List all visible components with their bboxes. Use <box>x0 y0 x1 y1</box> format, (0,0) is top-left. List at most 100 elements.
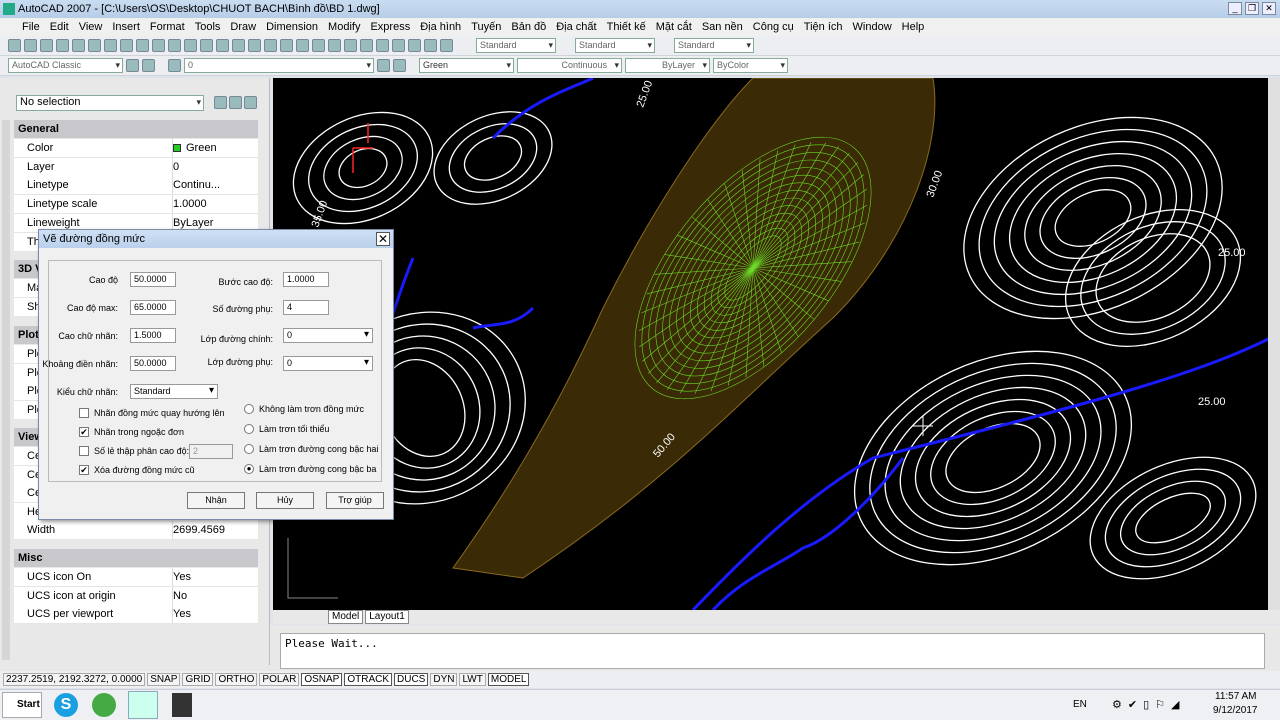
toolbar-icon[interactable] <box>120 39 133 52</box>
menu-item[interactable]: Help <box>902 21 925 33</box>
selection-combo[interactable]: No selection <box>16 95 204 111</box>
tab-layout1[interactable]: Layout1 <box>365 610 409 624</box>
workspace-combo[interactable]: AutoCAD Classic <box>8 58 123 73</box>
cao-do-input[interactable]: 50.0000 <box>130 272 176 287</box>
section-general[interactable]: General <box>14 120 258 138</box>
toolbar-icon[interactable] <box>424 39 437 52</box>
drawing-scrollbar[interactable] <box>1268 78 1280 610</box>
property-row[interactable]: Layer 0 <box>14 157 258 177</box>
menu-item[interactable]: Edit <box>50 21 69 33</box>
menu-item[interactable]: File <box>22 21 40 33</box>
checkbox[interactable]: ✔ <box>79 465 89 475</box>
menu-item[interactable]: Dimension <box>266 21 318 33</box>
toolbar-icon[interactable] <box>280 39 293 52</box>
toolbar-icon[interactable] <box>184 39 197 52</box>
status-toggle-ortho[interactable]: ORTHO <box>215 673 258 686</box>
kieu-chu-nhan-select[interactable]: Standard <box>130 384 218 399</box>
radio-button[interactable]: ● <box>244 464 254 474</box>
drawing-canvas[interactable]: 25.00 30.00 25.00 25.00 50.00 35.00 <box>273 78 1280 610</box>
status-toggle-osnap[interactable]: OSNAP <box>301 673 343 686</box>
dialog-close-button[interactable]: ✕ <box>376 232 390 246</box>
menu-item[interactable]: Thiết kế <box>607 21 646 33</box>
menu-item[interactable]: Địa hình <box>420 21 461 33</box>
language-indicator[interactable]: EN <box>1073 699 1087 710</box>
workspace-icon[interactable] <box>142 59 155 72</box>
toolbar-icon[interactable] <box>312 39 325 52</box>
toolbar-icon[interactable] <box>264 39 277 52</box>
toolbar-icon[interactable] <box>216 39 229 52</box>
checkbox[interactable] <box>79 446 89 456</box>
property-row[interactable]: UCS icon On Yes <box>14 568 258 587</box>
toolbar-icon[interactable] <box>408 39 421 52</box>
status-toggle-lwt[interactable]: LWT <box>459 673 486 686</box>
checkbox[interactable] <box>79 408 89 418</box>
table-style-combo[interactable]: Standard <box>674 38 754 53</box>
palette-scrollbar[interactable] <box>2 120 10 660</box>
property-row[interactable]: Color Green <box>14 139 258 158</box>
toolbar-icon[interactable] <box>88 39 101 52</box>
toolbar-icon[interactable] <box>152 39 165 52</box>
radio-button[interactable] <box>244 424 254 434</box>
checkbox-option[interactable]: ✔ Nhãn trong ngoặc đơn <box>79 427 184 437</box>
text-style-combo[interactable]: Standard <box>476 38 556 53</box>
checkbox[interactable]: ✔ <box>79 427 89 437</box>
checkbox-option[interactable]: ✔ Xóa đường đồng mức cũ <box>79 465 195 475</box>
toolbar-icon[interactable] <box>200 39 213 52</box>
menu-item[interactable]: Mặt cắt <box>656 21 692 33</box>
toolbar-icon[interactable] <box>104 39 117 52</box>
toolbar-icon[interactable] <box>376 39 389 52</box>
status-toggle-polar[interactable]: POLAR <box>259 673 300 686</box>
menu-item[interactable]: Tuyến <box>471 21 501 33</box>
quick-select-icon[interactable] <box>244 96 257 109</box>
status-toggle-grid[interactable]: GRID <box>182 673 214 686</box>
plotstyle-combo[interactable]: ByColor <box>713 58 788 73</box>
workspace-settings-icon[interactable] <box>126 59 139 72</box>
layer-manager-icon[interactable] <box>168 59 181 72</box>
menu-item[interactable]: View <box>79 21 103 33</box>
restore-button[interactable]: ❐ <box>1245 2 1259 15</box>
status-toggle-snap[interactable]: SNAP <box>147 673 181 686</box>
menu-item[interactable]: Công cụ <box>753 21 794 33</box>
layer-combo[interactable]: 0 <box>184 58 374 73</box>
section-misc[interactable]: Misc <box>14 549 258 567</box>
close-button[interactable]: ✕ <box>1262 2 1276 15</box>
toolbar-icon[interactable] <box>40 39 53 52</box>
menu-item[interactable]: Tiện ích <box>804 21 843 33</box>
radio-option[interactable]: ● Làm trơn đường cong bậc ba <box>244 464 376 474</box>
command-line[interactable]: Please Wait... <box>280 633 1265 669</box>
menu-item[interactable]: Format <box>150 21 185 33</box>
menu-item[interactable]: Modify <box>328 21 360 33</box>
layer-previous-icon[interactable] <box>393 59 406 72</box>
toolbar-icon[interactable] <box>168 39 181 52</box>
khoang-dien-nhan-input[interactable]: 50.0000 <box>130 356 176 371</box>
radio-option[interactable]: Làm trơn đường cong bậc hai <box>244 444 378 454</box>
status-toggle-model[interactable]: MODEL <box>487 673 530 686</box>
cao-chu-nhan-input[interactable]: 1.5000 <box>130 328 176 343</box>
property-row[interactable]: Linetype Continu... <box>14 176 258 196</box>
toolbar-icon[interactable] <box>328 39 341 52</box>
make-layer-current-icon[interactable] <box>377 59 390 72</box>
toolbar-icon[interactable] <box>440 39 453 52</box>
status-toggle-otrack[interactable]: OTRACK <box>344 673 393 686</box>
so-duong-phu-input[interactable]: 4 <box>283 300 329 315</box>
lop-duong-chinh-select[interactable]: 0 <box>283 328 373 343</box>
lop-duong-phu-select[interactable]: 0 <box>283 356 373 371</box>
radio-option[interactable]: Làm trơn tối thiểu <box>244 424 329 434</box>
linetype-combo[interactable]: Continuous <box>517 58 622 73</box>
property-row[interactable]: Width 2699.4569 <box>14 521 258 540</box>
toolbar-icon[interactable] <box>296 39 309 52</box>
toolbar-icon[interactable] <box>56 39 69 52</box>
menu-item[interactable]: Window <box>853 21 892 33</box>
checkbox-option[interactable]: Số lẻ thập phân cao độ: <box>79 446 189 456</box>
toolbar-icon[interactable] <box>392 39 405 52</box>
menu-item[interactable]: Draw <box>230 21 256 33</box>
status-toggle-dyn[interactable]: DYN <box>430 673 458 686</box>
property-row[interactable]: UCS icon at origin No <box>14 586 258 606</box>
checkbox-option[interactable]: Nhãn đồng mức quay hướng lên <box>79 408 225 418</box>
toolbar-icon[interactable] <box>232 39 245 52</box>
toolbar-icon[interactable] <box>72 39 85 52</box>
autocad-taskbar-icon[interactable] <box>128 691 158 719</box>
toolbar-icon[interactable] <box>360 39 373 52</box>
lineweight-combo[interactable]: ByLayer <box>625 58 710 73</box>
radio-button[interactable] <box>244 404 254 414</box>
